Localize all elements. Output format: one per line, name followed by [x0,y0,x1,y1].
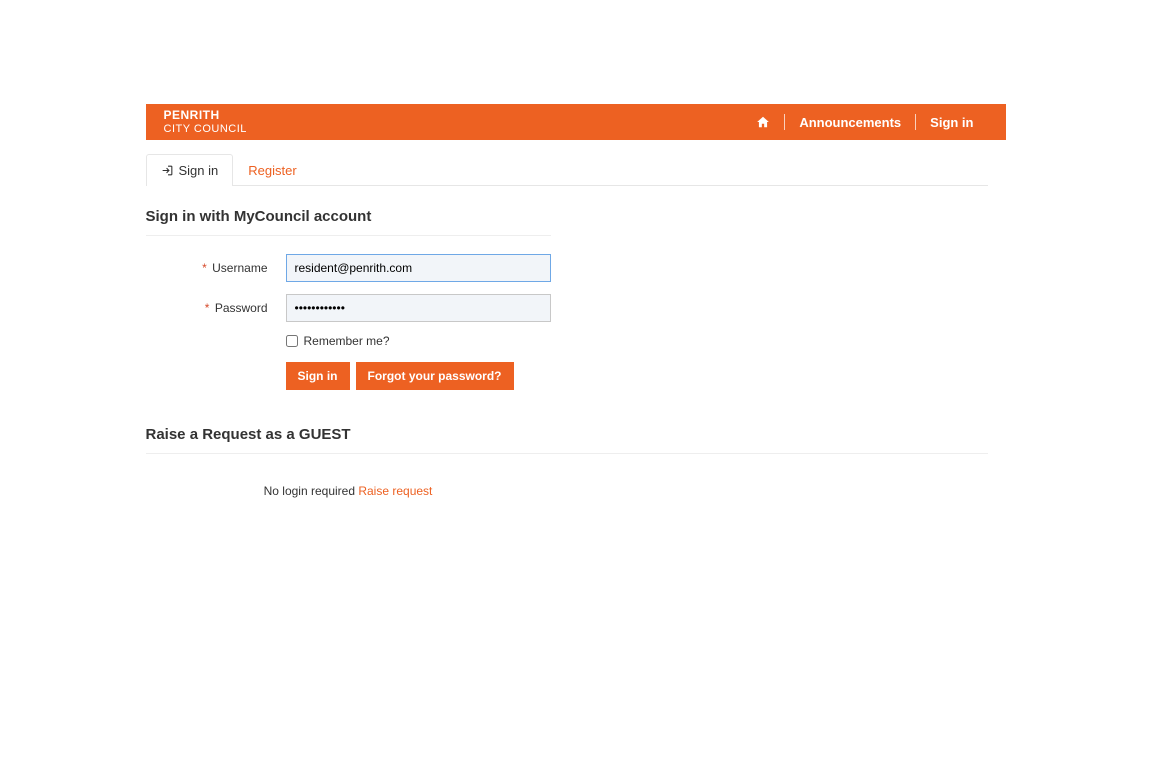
logo-top: PENRITH [164,109,247,122]
username-input[interactable] [286,254,551,282]
remember-label: Remember me? [304,334,390,348]
forgot-password-button[interactable]: Forgot your password? [356,362,514,390]
guest-prefix: No login required [264,484,359,498]
signin-heading: Sign in with MyCouncil account [146,208,551,225]
signin-icon [161,164,174,177]
announcements-link[interactable]: Announcements [785,115,915,130]
home-link[interactable] [742,115,784,129]
logo-bottom: CITY COUNCIL [164,123,247,135]
signin-link[interactable]: Sign in [916,115,987,130]
raise-request-link[interactable]: Raise request [358,484,432,498]
guest-heading: Raise a Request as a GUEST [146,426,988,443]
password-row: * Password [146,294,551,322]
home-icon [756,115,770,129]
divider [146,235,551,236]
remember-checkbox[interactable] [286,335,298,347]
password-label: * Password [146,301,286,315]
username-row: * Username [146,254,551,282]
username-label: * Username [146,261,286,275]
required-star: * [202,261,207,275]
logo: PENRITH CITY COUNCIL [164,109,247,134]
button-row: Sign in Forgot your password? [286,362,551,390]
remember-row: Remember me? [286,334,551,348]
tab-signin[interactable]: Sign in [146,154,234,186]
divider [146,453,988,454]
tab-signin-label: Sign in [179,163,219,178]
tab-register-label: Register [248,163,296,178]
password-input[interactable] [286,294,551,322]
tab-register[interactable]: Register [233,154,311,186]
tabs: Sign in Register [146,154,988,186]
guest-section: Raise a Request as a GUEST No login requ… [146,426,988,510]
signin-button[interactable]: Sign in [286,362,350,390]
required-star: * [205,301,210,315]
header-bar: PENRITH CITY COUNCIL Announcements Sign … [146,104,1006,140]
header-nav: Announcements Sign in [742,114,987,130]
guest-row: No login required Raise request [146,472,551,510]
